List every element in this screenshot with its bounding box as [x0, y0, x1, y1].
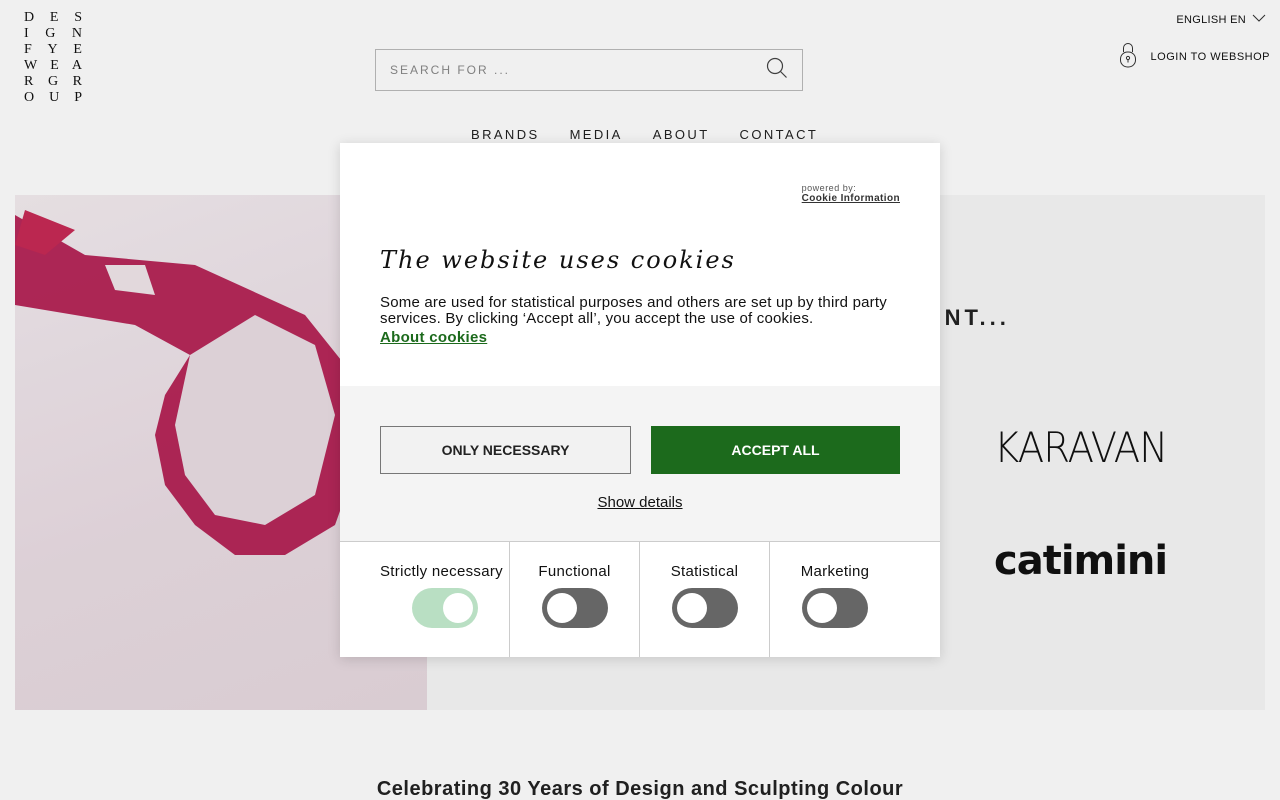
category-marketing: Marketing — [770, 542, 940, 657]
toggle-knob — [807, 593, 837, 623]
button-area: ONLY NECESSARY ACCEPT ALL Show details — [340, 386, 940, 541]
category-label: Statistical — [670, 563, 739, 580]
toggle-knob — [547, 593, 577, 623]
category-strictly-necessary: Strictly necessary — [340, 542, 510, 657]
toggle-marketing[interactable] — [802, 588, 868, 628]
toggle-statistical[interactable] — [672, 588, 738, 628]
powered-by: powered by: Cookie Information — [802, 183, 900, 204]
category-label: Marketing — [800, 563, 870, 580]
cookie-information-link[interactable]: Cookie Information — [802, 193, 900, 204]
toggle-knob — [677, 593, 707, 623]
category-label: Strictly necessary — [380, 563, 503, 580]
category-functional: Functional — [510, 542, 640, 657]
dialog-description: Some are used for statistical purposes a… — [380, 294, 887, 327]
accept-all-button[interactable]: ACCEPT ALL — [651, 426, 900, 474]
dialog-title: The website uses cookies — [380, 246, 736, 274]
cookie-dialog: powered by: Cookie Information The websi… — [340, 143, 940, 657]
cookie-categories: Strictly necessary Functional Statistica… — [340, 541, 940, 657]
toggle-functional[interactable] — [542, 588, 608, 628]
about-cookies-link[interactable]: About cookies — [380, 329, 487, 346]
toggle-knob — [443, 593, 473, 623]
category-statistical: Statistical — [640, 542, 770, 657]
category-label: Functional — [538, 563, 611, 580]
show-details-link[interactable]: Show details — [340, 494, 940, 511]
toggle-strictly-necessary — [412, 588, 478, 628]
only-necessary-button[interactable]: ONLY NECESSARY — [380, 426, 631, 474]
powered-by-label: powered by: — [801, 183, 857, 193]
